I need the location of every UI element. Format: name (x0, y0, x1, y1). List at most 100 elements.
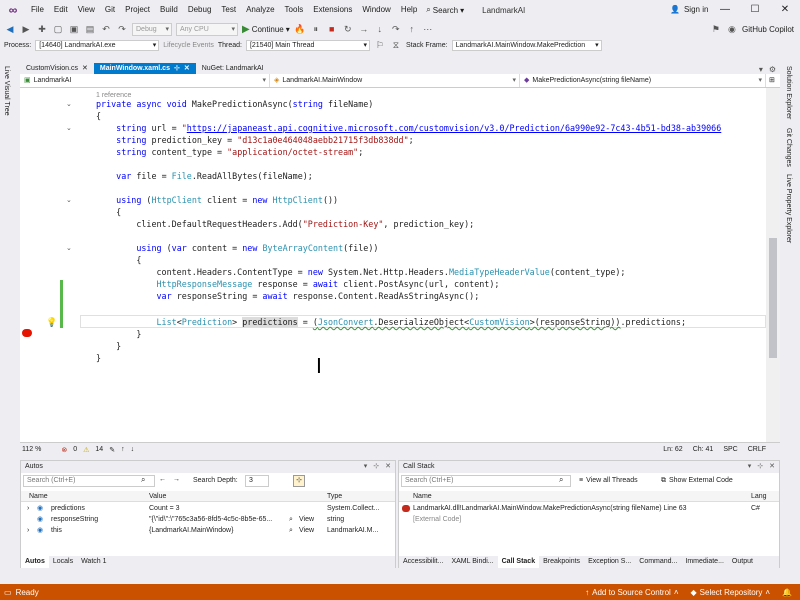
redo-icon[interactable]: ↷ (116, 23, 128, 35)
visualizer-icon[interactable]: ⌕ (289, 514, 293, 525)
continue-button[interactable]: ▶ Continue ▾ (242, 24, 290, 35)
view-link[interactable]: View (299, 525, 314, 536)
copilot-label[interactable]: GitHub Copilot (742, 25, 794, 34)
fold-icon[interactable]: ⌄ (66, 124, 72, 132)
tab-accessibility[interactable]: Accessibilit... (399, 556, 447, 568)
url-string[interactable]: https://japaneast.api.cognitive.microsof… (187, 123, 721, 133)
close-icon[interactable]: ✕ (184, 63, 190, 74)
code-cleanup-icon[interactable]: ✎ (109, 446, 115, 454)
tab-autos[interactable]: Autos (21, 556, 49, 568)
settings-icon[interactable]: ⚙ (769, 65, 776, 74)
stop-icon[interactable]: ■ (326, 23, 338, 35)
close-icon[interactable]: ✕ (769, 461, 775, 473)
fold-icon[interactable]: ⌄ (66, 244, 72, 252)
tab-exception-settings[interactable]: Exception S... (584, 556, 635, 568)
forward-icon[interactable]: ▶ (20, 23, 32, 35)
scroll-thumb[interactable] (769, 238, 777, 358)
tab-list-icon[interactable]: ▾ (759, 65, 763, 74)
tab-watch1[interactable]: Watch 1 (77, 556, 110, 568)
solution-explorer-tab[interactable]: Solution Explorer (785, 66, 792, 119)
add-to-source-control-button[interactable]: ↑ Add to Source Control ˄ (585, 588, 678, 597)
live-visual-tree-tab[interactable]: Live Visual Tree (3, 66, 10, 116)
autos-row[interactable]: › ◉ this {LandmarkAI.MainWindow} ⌕ View … (21, 525, 395, 536)
save-icon[interactable]: ▣ (68, 23, 80, 35)
chevron-down-icon[interactable]: ▾ (364, 461, 368, 473)
line-ending[interactable]: CRLF (748, 446, 766, 453)
menu-help[interactable]: Help (396, 0, 422, 20)
restart-icon[interactable]: ↻ (342, 23, 354, 35)
tab-nuget[interactable]: NuGet: LandmarkAI (196, 63, 270, 74)
stack-frame-select[interactable]: LandmarkAI.MainWindow.MakePrediction (451, 39, 602, 51)
autos-row[interactable]: ◉ responseString "{\"id\":\"765c3a56-8fd… (21, 514, 395, 525)
notifications-icon[interactable]: 🔔 (782, 588, 792, 597)
autos-search-input[interactable]: Search (Ctrl+E) (23, 475, 155, 487)
minimize-button[interactable]: — (710, 0, 740, 20)
menu-window[interactable]: Window (357, 0, 395, 20)
configuration-select[interactable]: Debug (132, 22, 172, 36)
menu-view[interactable]: View (73, 0, 100, 20)
new-item-icon[interactable]: ✚ (36, 23, 48, 35)
nav-up-icon[interactable]: ↑ (121, 446, 125, 453)
tab-mainwindow[interactable]: MainWindow.xaml.cs ⊹ ✕ (93, 63, 196, 74)
pin-icon[interactable]: ⊹ (757, 461, 763, 473)
fold-icon[interactable]: ⌄ (66, 100, 72, 108)
menu-git[interactable]: Git (100, 0, 120, 20)
pause-icon[interactable]: ⏸ (310, 23, 322, 35)
code-editor[interactable]: ⌄ ⌄ ⌄ ⌄ 💡 1 reference private async void… (20, 88, 780, 442)
toolbar-misc-icon[interactable]: ⋯ (422, 23, 434, 35)
search-icon[interactable]: ⌕ (559, 475, 563, 485)
back-icon[interactable]: ◀ (4, 23, 16, 35)
pin-column-icon[interactable]: ⊹ (293, 475, 305, 487)
close-icon[interactable]: ✕ (82, 63, 88, 74)
column-value[interactable]: Value (149, 491, 166, 502)
chevron-down-icon[interactable]: ▾ (748, 461, 752, 473)
column-lang[interactable]: Lang (751, 491, 767, 502)
tab-immediate[interactable]: Immediate... (681, 556, 728, 568)
hot-reload-icon[interactable]: 🔥 (294, 23, 306, 35)
split-editor-icon[interactable]: ⊞ (766, 74, 778, 87)
navigate-back-icon[interactable]: ← (159, 476, 166, 483)
show-next-statement-icon[interactable]: → (358, 23, 370, 35)
step-out-icon[interactable]: ↑ (406, 23, 418, 35)
view-all-threads-button[interactable]: ≡ View all Threads (579, 477, 638, 484)
close-icon[interactable]: ✕ (385, 461, 391, 473)
sign-in-button[interactable]: 👤 Sign in (670, 0, 708, 20)
lightbulb-icon[interactable]: 💡 (46, 317, 57, 328)
member-dropdown[interactable]: ◆ MakePredictionAsync(string fileName) (520, 74, 766, 87)
error-count[interactable]: 0 (73, 446, 77, 453)
expand-icon[interactable]: › (27, 503, 29, 514)
column-name[interactable]: Name (413, 491, 432, 502)
column-name[interactable]: Name (29, 491, 48, 502)
lifecycle-events-button[interactable]: Lifecycle Events (163, 42, 214, 49)
call-stack-row[interactable]: LandmarkAI.dll!LandmarkAI.MainWindow.Mak… (399, 503, 779, 514)
warning-count[interactable]: 14 (95, 446, 103, 453)
whitespace-mode[interactable]: SPC (723, 446, 737, 453)
pin-icon[interactable]: ⊹ (373, 461, 379, 473)
zoom-level[interactable]: 112 % (22, 446, 41, 453)
menu-extensions[interactable]: Extensions (308, 0, 357, 20)
menu-edit[interactable]: Edit (49, 0, 73, 20)
menu-project[interactable]: Project (120, 0, 155, 20)
open-icon[interactable]: ▢ (52, 23, 64, 35)
flag-icon[interactable]: ⚐ (374, 39, 386, 51)
tab-locals[interactable]: Locals (49, 556, 77, 568)
filter-icon[interactable]: ⧖ (390, 39, 402, 51)
navigate-forward-icon[interactable]: → (173, 476, 180, 483)
autos-row[interactable]: › ◉ predictions Count = 3 System.Collect… (21, 503, 395, 514)
step-into-icon[interactable]: ↓ (374, 23, 386, 35)
pin-icon[interactable]: ⊹ (174, 63, 180, 74)
menu-debug[interactable]: Debug (183, 0, 217, 20)
breakpoint-arrow-icon[interactable] (22, 329, 32, 337)
show-external-code-button[interactable]: ⧉ Show External Code (661, 477, 733, 485)
editor-vertical-scrollbar[interactable] (766, 88, 780, 442)
menu-analyze[interactable]: Analyze (241, 0, 279, 20)
tab-customvision[interactable]: CustomVision.cs ✕ (20, 63, 94, 74)
process-select[interactable]: [14640] LandmarkAI.exe (35, 39, 160, 51)
search-icon[interactable]: ⌕ (141, 475, 145, 485)
visualizer-icon[interactable]: ⌕ (289, 525, 293, 536)
class-dropdown[interactable]: ◈ LandmarkAI.MainWindow (270, 74, 520, 87)
platform-select[interactable]: Any CPU (176, 22, 238, 36)
undo-icon[interactable]: ↶ (100, 23, 112, 35)
global-search[interactable]: ⌕ Search ▾ (422, 5, 468, 15)
close-window-button[interactable]: ✕ (770, 0, 800, 20)
